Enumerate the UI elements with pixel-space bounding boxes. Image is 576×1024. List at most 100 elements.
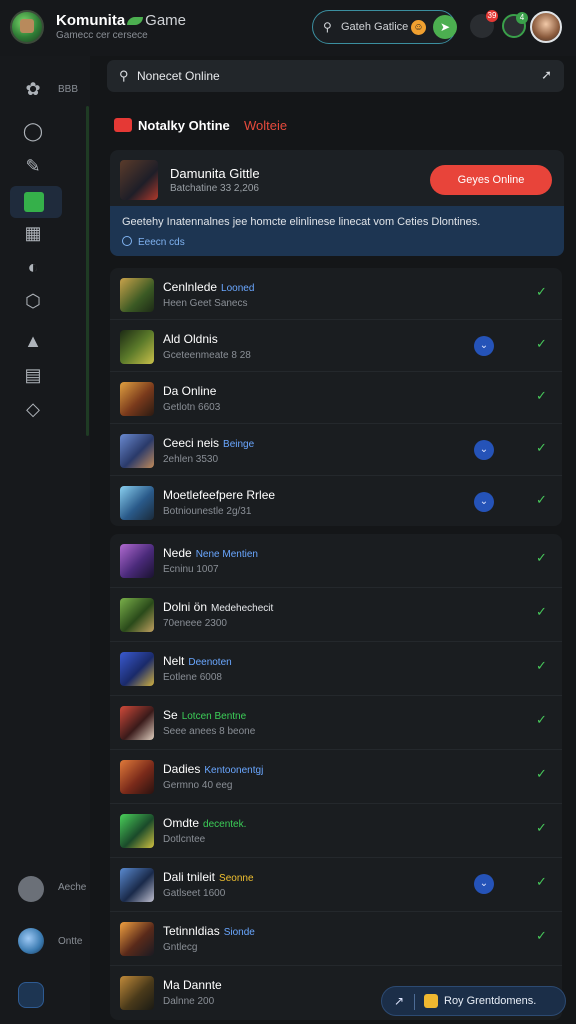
list-item[interactable]: Da Online Getlotn 6603 ✓ (110, 372, 562, 424)
game-subtitle: Gatlseet 1600 (163, 888, 226, 899)
status-button[interactable]: 4 (502, 12, 528, 38)
check-icon[interactable]: ✓ (536, 336, 547, 352)
game-title: Ma Dannte (163, 978, 222, 992)
chat-icon[interactable]: ✿ (20, 76, 46, 102)
live-icon (114, 118, 132, 132)
list-item[interactable]: Ceeci neis Beinge 2ehlen 3530 ⌄ ✓ (110, 424, 562, 476)
share-icon[interactable]: ➚ (541, 67, 552, 83)
check-icon[interactable]: ✓ (536, 874, 547, 890)
game-tag: Deenoten (188, 657, 232, 668)
game-thumbnail (120, 434, 154, 468)
app-logo[interactable] (10, 10, 44, 44)
game-title: Nede Nene Mentien (163, 546, 258, 560)
diamond-icon[interactable]: ◇ (20, 396, 46, 422)
game-subtitle: Eotlene 6008 (163, 672, 222, 683)
apps-avatar[interactable] (18, 876, 44, 902)
check-icon[interactable]: ✓ (536, 658, 547, 674)
book-icon[interactable]: ▤ (20, 362, 46, 388)
game-thumbnail (120, 598, 154, 632)
sidebar-item-games[interactable] (10, 186, 62, 218)
list-item[interactable]: Tetinnldias Sionde Gntlecg ✓ (110, 912, 562, 966)
people-icon[interactable]: ▲ (20, 328, 46, 354)
check-icon[interactable]: ✓ (536, 712, 547, 728)
sidebar-scroll-rail[interactable] (86, 106, 89, 436)
search-value: Nonecet Online (137, 69, 220, 83)
check-icon[interactable]: ✓ (536, 820, 547, 836)
more-icon[interactable]: ⌄ (474, 440, 494, 460)
game-title-text: Se (163, 708, 178, 722)
check-icon[interactable]: ✓ (536, 766, 547, 782)
gauge-icon[interactable]: ◐ (20, 254, 46, 280)
more-icon[interactable]: ⌄ (474, 874, 494, 894)
send-icon[interactable]: ➤ (433, 15, 457, 39)
featured-link-label: Eeecn cds (138, 237, 185, 248)
pen-icon[interactable]: ✎ (20, 153, 46, 179)
featured-link[interactable]: Eeecn cds (122, 236, 185, 248)
game-title: Ceeci neis Beinge (163, 436, 254, 450)
top-search-pill[interactable]: ⚲ Gateh Gatlice ☺ ➤ (312, 10, 457, 44)
app-title: Komunita Game (56, 12, 186, 29)
check-icon[interactable]: ✓ (536, 284, 547, 300)
game-subtitle: 2ehlen 3530 (163, 454, 219, 465)
list-item[interactable]: Dolni ön Medehechecit 70eneee 2300 ✓ (110, 588, 562, 642)
list-item[interactable]: Dadies Kentoonentgj Germno 40 eeg ✓ (110, 750, 562, 804)
app-root: Komunita Game Gamecc cer cersece ⚲ Gateh … (0, 0, 576, 1024)
game-title: Moetlefeefpere Rrlee (163, 488, 275, 502)
game-tag: Seonne (219, 873, 254, 884)
community-avatar[interactable] (18, 928, 44, 954)
game-thumbnail (120, 330, 154, 364)
game-title-text: Nelt (163, 654, 185, 668)
game-tag: Looned (221, 283, 255, 294)
game-title-text: Dolni ön (163, 600, 208, 614)
list-item[interactable]: Cenlnlede Looned Heen Geet Sanecs ✓ (110, 268, 562, 320)
more-icon[interactable]: ⌄ (474, 336, 494, 356)
user-avatar[interactable] (530, 11, 562, 43)
game-subtitle: Seee anees 8 beone (163, 726, 256, 737)
check-icon[interactable]: ✓ (536, 388, 547, 404)
game-title-text: Cenlnlede (163, 280, 218, 294)
check-icon[interactable]: ✓ (536, 928, 547, 944)
game-subtitle: Gceteenmeate 8 28 (163, 350, 251, 361)
check-icon[interactable]: ✓ (536, 492, 547, 508)
game-title-text: Da Online (163, 384, 217, 398)
more-icon[interactable]: ⌄ (474, 492, 494, 512)
notifications-button[interactable]: 39 (470, 10, 498, 38)
game-title-text: Ma Dannte (163, 978, 222, 992)
list-item[interactable]: Se Lotcen Bentne Seee anees 8 beone ✓ (110, 696, 562, 750)
check-icon[interactable]: ✓ (536, 440, 547, 456)
info-icon (122, 236, 132, 246)
section-title: Notalky Ohtine (138, 118, 230, 133)
calendar-icon[interactable] (18, 982, 44, 1008)
check-icon[interactable]: ✓ (536, 604, 547, 620)
list-item[interactable]: Ald Oldnis Gceteenmeate 8 28 ⌄ ✓ (110, 320, 562, 372)
hexagon-icon[interactable]: ⬡ (20, 288, 46, 314)
game-title: Se Lotcen Bentne (163, 708, 246, 722)
list-item[interactable]: Omdte decentek. Dotlcntee ✓ (110, 804, 562, 858)
featured-card[interactable]: Damunita Gittle Batchatine 33 2,206 Geye… (110, 150, 564, 256)
list-item[interactable]: Dali tnileit Seonne Gatlseet 1600 ⌄ ✓ (110, 858, 562, 912)
circle-icon[interactable]: ◯ (20, 118, 46, 144)
check-icon[interactable]: ✓ (536, 550, 547, 566)
game-tag: Sionde (223, 927, 255, 938)
list-item[interactable]: Nede Nene Mentien Ecninu 1007 ✓ (110, 534, 562, 588)
game-subtitle: Dotlcntee (163, 834, 206, 845)
game-title-text: Nede (163, 546, 192, 560)
game-thumbnail (120, 706, 154, 740)
game-title: Nelt Deenoten (163, 654, 232, 668)
toast-label: Roy Grentdomens. (444, 995, 537, 1007)
search-input[interactable]: ⚲ Nonecet Online ➚ (107, 60, 564, 92)
game-title: Ald Oldnis (163, 332, 222, 346)
game-list-group-1: Cenlnlede Looned Heen Geet Sanecs ✓ Ald O… (110, 268, 562, 526)
trend-icon: ↗ (394, 994, 405, 1008)
sidebar-bottom-label-2: Ontte (58, 936, 83, 947)
game-title: Tetinnldias Sionde (163, 924, 255, 938)
featured-title: Damunita Gittle (170, 166, 260, 181)
section-accent[interactable]: Wolteie (244, 118, 287, 133)
list-item[interactable]: Moetlefeefpere Rrlee Botniounestle 2g/31… (110, 476, 562, 526)
game-tag: Beinge (223, 439, 255, 450)
featured-join-button[interactable]: Geyes Online (430, 165, 552, 195)
game-subtitle: Dalnne 200 (163, 996, 215, 1007)
bottom-toast[interactable]: ↗ Roy Grentdomens. (381, 986, 566, 1016)
grid-icon[interactable]: ▦ (20, 220, 46, 246)
list-item[interactable]: Nelt Deenoten Eotlene 6008 ✓ (110, 642, 562, 696)
